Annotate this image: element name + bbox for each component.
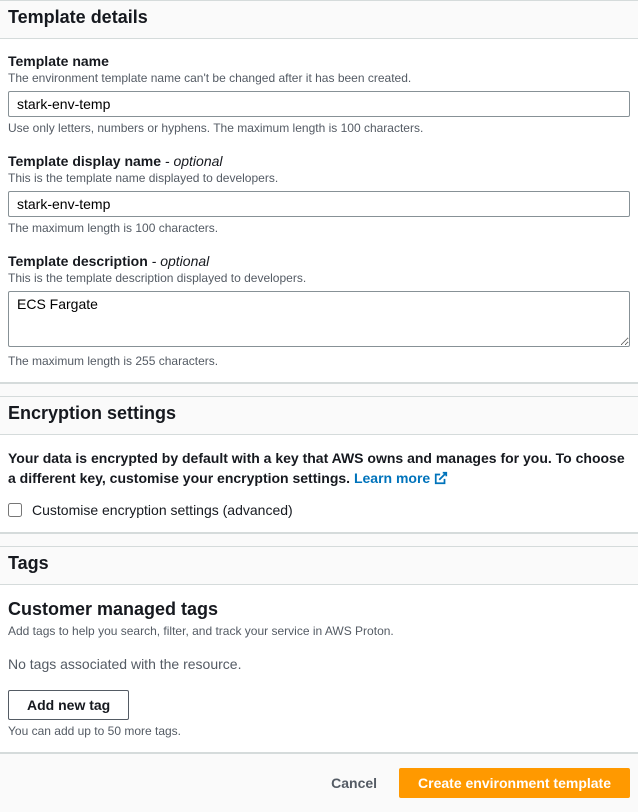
encryption-heading: Encryption settings — [8, 403, 630, 424]
template-name-hint: Use only letters, numbers or hyphens. Th… — [8, 121, 630, 135]
customise-encryption-row[interactable]: Customise encryption settings (advanced) — [8, 502, 630, 518]
display-name-hint: The maximum length is 100 characters. — [8, 221, 630, 235]
template-name-input[interactable] — [8, 91, 630, 117]
description-label: Template description - optional — [8, 253, 630, 269]
description-hint: The maximum length is 255 characters. — [8, 354, 630, 368]
template-name-label: Template name — [8, 53, 630, 69]
display-name-desc: This is the template name displayed to d… — [8, 171, 630, 185]
display-name-group: Template display name - optional This is… — [8, 153, 630, 235]
create-environment-template-button[interactable]: Create environment template — [399, 768, 630, 798]
tags-body: Customer managed tags Add tags to help y… — [0, 585, 638, 752]
display-name-input[interactable] — [8, 191, 630, 217]
template-name-group: Template name The environment template n… — [8, 53, 630, 135]
tags-header: Tags — [0, 547, 638, 585]
display-name-label-text: Template display name — [8, 153, 161, 169]
template-details-panel: Template details Template name The envir… — [0, 0, 638, 383]
template-details-header: Template details — [0, 1, 638, 39]
display-name-label: Template display name - optional — [8, 153, 630, 169]
description-optional: - optional — [152, 253, 210, 269]
customise-encryption-checkbox[interactable] — [8, 503, 22, 517]
encryption-info-text: Your data is encrypted by default with a… — [8, 450, 625, 486]
tags-limit-hint: You can add up to 50 more tags. — [8, 724, 630, 738]
description-label-text: Template description — [8, 253, 148, 269]
form-footer: Cancel Create environment template — [0, 753, 638, 812]
add-new-tag-button[interactable]: Add new tag — [8, 690, 129, 720]
description-desc: This is the template description display… — [8, 271, 630, 285]
panel-gap — [0, 533, 638, 546]
encryption-panel: Encryption settings Your data is encrypt… — [0, 396, 638, 533]
display-name-optional: - optional — [165, 153, 223, 169]
tags-heading: Tags — [8, 553, 630, 574]
learn-more-link[interactable]: Learn more — [354, 470, 448, 486]
encryption-header: Encryption settings — [0, 397, 638, 435]
template-details-body: Template name The environment template n… — [0, 39, 638, 382]
panel-gap — [0, 383, 638, 396]
customer-tags-desc: Add tags to help you search, filter, and… — [8, 624, 630, 638]
external-link-icon — [434, 471, 448, 485]
encryption-body: Your data is encrypted by default with a… — [0, 435, 638, 532]
tags-empty-text: No tags associated with the resource. — [8, 656, 630, 672]
tags-panel: Tags Customer managed tags Add tags to h… — [0, 546, 638, 753]
encryption-info: Your data is encrypted by default with a… — [8, 449, 630, 488]
customise-encryption-label: Customise encryption settings (advanced) — [32, 502, 293, 518]
learn-more-text: Learn more — [354, 470, 430, 486]
customer-tags-heading: Customer managed tags — [8, 599, 630, 620]
cancel-button[interactable]: Cancel — [319, 768, 389, 798]
template-details-heading: Template details — [8, 7, 630, 28]
description-group: Template description - optional This is … — [8, 253, 630, 368]
description-textarea[interactable]: ECS Fargate — [8, 291, 630, 347]
template-name-desc: The environment template name can't be c… — [8, 71, 630, 85]
